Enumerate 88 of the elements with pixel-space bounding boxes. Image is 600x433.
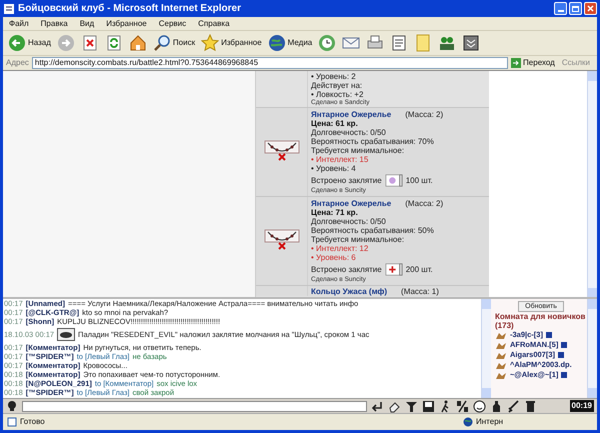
info-icon[interactable] (546, 332, 552, 338)
archive-icon (462, 34, 480, 52)
head-icon[interactable] (6, 400, 18, 412)
address-label: Адрес (6, 57, 29, 69)
item-property: Действует на: (311, 81, 364, 90)
smiley-icon[interactable] (473, 400, 486, 412)
go-button[interactable]: Переход (511, 57, 555, 69)
maximize-button[interactable] (569, 2, 582, 15)
toolbar-button[interactable]: Поиск (152, 34, 196, 52)
globe-icon (463, 416, 473, 426)
page-icon (3, 2, 15, 14)
item-requirement: • Интеллект: 15 (311, 155, 370, 164)
go-arrow-icon (511, 58, 522, 68)
menu-item[interactable]: Файл (9, 18, 29, 30)
menu-item[interactable]: Избранное (106, 18, 147, 30)
toolbar-button[interactable]: Медиа (268, 34, 312, 52)
vertical-scrollbar[interactable] (481, 299, 491, 398)
note-icon (414, 34, 432, 52)
vertical-scrollbar[interactable] (587, 71, 597, 298)
item-mass: (Масса: 2) (405, 199, 444, 208)
item-property: • Ловкость: +2 (311, 90, 364, 99)
page-icon (7, 416, 17, 426)
menu-item[interactable]: Сервис (158, 18, 186, 30)
spell-label: Встроено заклятие (311, 176, 382, 184)
slash-icon[interactable] (456, 400, 469, 412)
item-mass: (Масса: 2) (405, 110, 444, 119)
paladin-icon (57, 328, 76, 341)
sword-icon[interactable] (507, 400, 520, 412)
menu-item[interactable]: Справка (198, 18, 230, 30)
item-mass: (Масса: 1) (401, 287, 439, 296)
item-requirement: • Уровень: 6 (311, 253, 357, 262)
floppy-icon[interactable] (422, 400, 435, 412)
close-icon (587, 5, 594, 12)
spell-count: 200 шт. (406, 264, 433, 274)
bin-icon[interactable] (524, 400, 537, 412)
item-property: Требуется минимальное: (311, 146, 406, 155)
toolbar-button[interactable]: Избранное (201, 34, 262, 52)
item-property: Вероятность срабатывания: 50% (311, 226, 435, 235)
room-title: Комната для новичков (173) (495, 312, 586, 330)
scroll-icon (384, 262, 403, 276)
enter-icon[interactable] (371, 400, 384, 412)
stop-icon (80, 34, 99, 52)
item-property: Требуется минимальное: (311, 235, 406, 244)
clock-icon (318, 34, 336, 52)
address-field[interactable]: http://demonscity.combats.ru/battle2.html?0.753644869968845 (32, 57, 508, 69)
item-name-link[interactable]: Янтарное Ожерелье (311, 110, 392, 119)
vertical-scrollbar[interactable] (587, 299, 597, 398)
minimize-button[interactable] (554, 2, 567, 15)
item-property: Долговечность: 0/50 (311, 217, 387, 226)
item-property: • Уровень: 4 (311, 164, 357, 173)
spell-label: Встроено заклятие (311, 264, 382, 274)
toolbar-button[interactable]: Назад (8, 34, 51, 52)
toolbar-button[interactable] (462, 34, 480, 52)
document-icon (390, 34, 408, 52)
clock: 00:19 (570, 400, 594, 412)
item-price: Цена: 71 кр. (311, 208, 359, 217)
user-rank-icon (495, 340, 507, 350)
toolbar-button[interactable] (390, 34, 408, 52)
user-rank-icon (495, 360, 507, 370)
item-property: • Уровень: 2 (311, 72, 357, 81)
home-icon (128, 34, 147, 52)
bottle-icon[interactable] (490, 400, 503, 412)
item-property: Долговечность: 0/50 (311, 128, 387, 137)
security-zone: Интерн (476, 416, 504, 428)
chat-input-field[interactable] (22, 400, 367, 412)
people-icon (438, 34, 456, 52)
info-icon[interactable] (558, 352, 564, 358)
user-rank-icon (495, 330, 507, 340)
user-rank-icon (495, 350, 507, 360)
menu-item[interactable]: Вид (80, 18, 94, 30)
info-icon[interactable] (561, 372, 568, 378)
close-button[interactable] (584, 2, 597, 15)
user-rank-icon (495, 370, 507, 380)
scroll-icon (384, 174, 403, 186)
item-name-link[interactable]: Кольцо Ужаса (мф) (311, 287, 388, 296)
refresh-icon (104, 34, 123, 52)
globe-icon (268, 34, 286, 52)
item-property: Вероятность срабатывания: 70% (311, 137, 435, 146)
spell-count: 100 шт. (406, 176, 433, 184)
status-text: Готово (20, 416, 46, 428)
item-price: Цена: 61 кр. (311, 119, 359, 128)
menu-item[interactable]: Правка (40, 18, 68, 30)
info-icon[interactable] (561, 342, 568, 348)
item-name-link[interactable]: Янтарное Ожерелье (311, 199, 392, 208)
star-icon (201, 34, 220, 52)
window-title: Бойцовский клуб - Microsoft Internet Explorer (18, 2, 242, 16)
search-icon (152, 34, 171, 52)
item-requirement: • Интеллект: 12 (311, 244, 370, 253)
